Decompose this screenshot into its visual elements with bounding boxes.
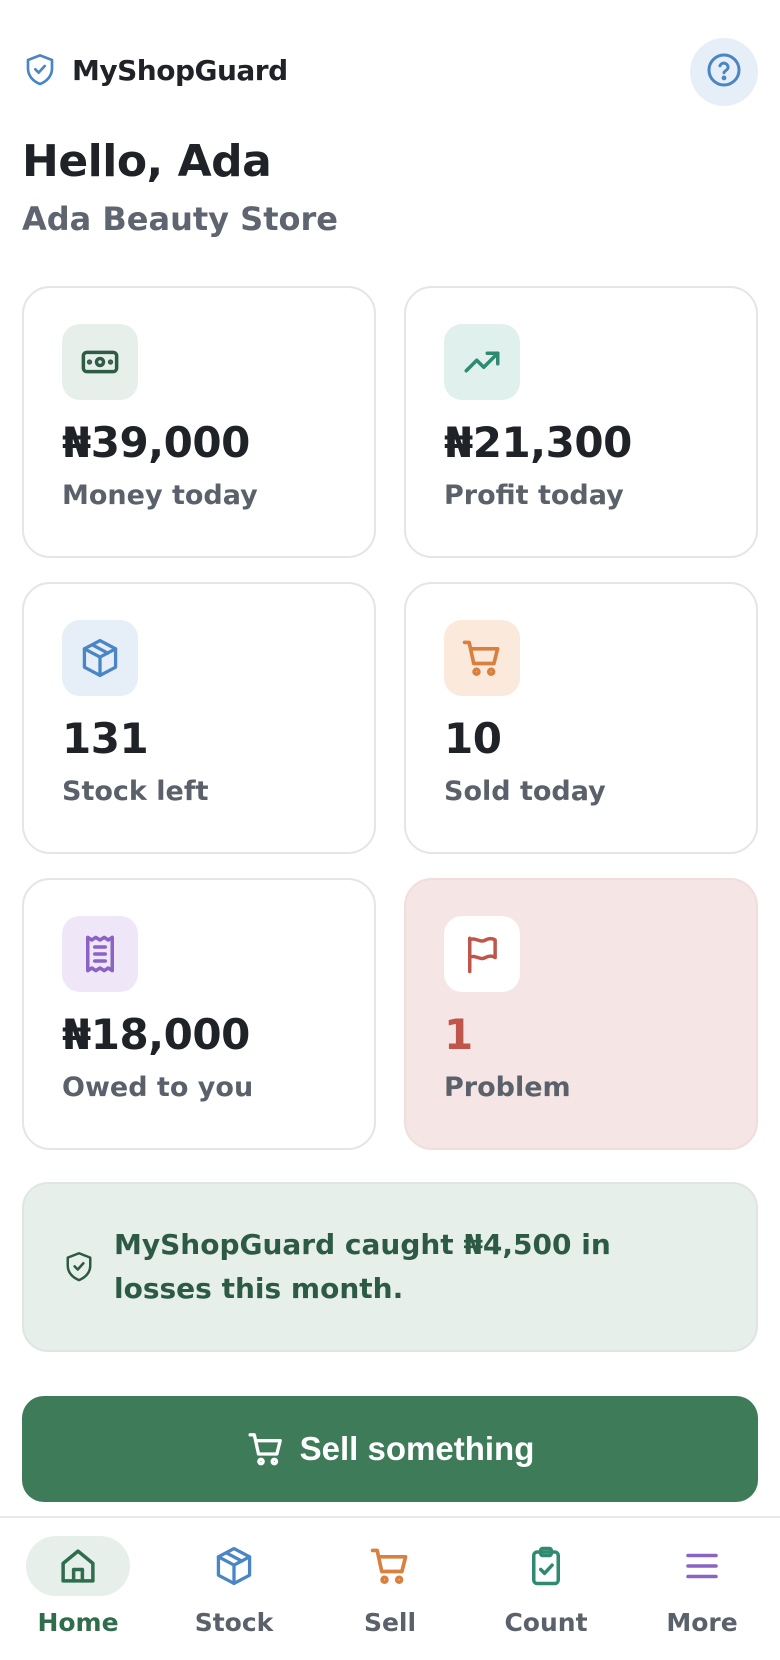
help-button[interactable] [690, 38, 758, 106]
stats-grid: ₦39,000 Money today ₦21,300 Profit today… [22, 286, 758, 1150]
nav-label: More [666, 1608, 738, 1637]
nav-item-stock[interactable]: Stock [169, 1536, 299, 1656]
greeting-heading: Hello, Ada [22, 136, 272, 187]
clipboard-check-icon [494, 1536, 598, 1596]
stat-card-owed-to-you[interactable]: ₦18,000 Owed to you [22, 878, 376, 1150]
sell-something-label: Sell something [299, 1430, 535, 1467]
stat-card-profit-today[interactable]: ₦21,300 Profit today [404, 286, 758, 558]
bottom-navigation: Home Stock Sell Count More [0, 1516, 780, 1660]
nav-label: Sell [363, 1608, 417, 1637]
home-icon [26, 1536, 130, 1596]
nav-label: Count [504, 1608, 588, 1637]
stat-label: Profit today [444, 480, 624, 511]
help-circle-icon [706, 52, 742, 92]
cart-icon [444, 620, 520, 696]
nav-item-home[interactable]: Home [13, 1536, 143, 1656]
stat-card-problem[interactable]: 1 Problem [404, 878, 758, 1150]
box-icon [62, 620, 138, 696]
notice-text: MyShopGuard caught ₦4,500 in losses this… [114, 1228, 611, 1305]
app-name: MyShopGuard [72, 53, 288, 87]
stat-value: ₦21,300 [444, 418, 632, 467]
stat-value: 131 [62, 714, 149, 763]
stat-label: Stock left [62, 776, 209, 807]
stat-value: 1 [444, 1010, 473, 1059]
top-bar: MyShopGuard [0, 0, 780, 140]
nav-item-sell[interactable]: Sell [325, 1536, 455, 1656]
menu-icon [650, 1536, 754, 1596]
cart-icon [338, 1536, 442, 1596]
receipt-icon [62, 916, 138, 992]
stat-card-money-today[interactable]: ₦39,000 Money today [22, 286, 376, 558]
stat-card-stock-left[interactable]: 131 Stock left [22, 582, 376, 854]
sell-something-button[interactable]: Sell something [22, 1396, 758, 1502]
flag-icon [444, 916, 520, 992]
stat-value: ₦18,000 [62, 1010, 250, 1059]
stat-label: Problem [444, 1072, 571, 1103]
shield-check-icon [64, 1250, 94, 1284]
shield-check-icon [22, 50, 58, 90]
nav-label: Stock [194, 1608, 274, 1637]
loss-notice-banner: MyShopGuard caught ₦4,500 in losses this… [22, 1182, 758, 1352]
cart-icon [246, 1429, 286, 1469]
brand: MyShopGuard [22, 50, 288, 90]
store-name: Ada Beauty Store [22, 200, 338, 238]
stat-value: 10 [444, 714, 502, 763]
stat-label: Owed to you [62, 1072, 254, 1103]
banknote-icon [62, 324, 138, 400]
nav-item-more[interactable]: More [637, 1536, 767, 1656]
nav-item-count[interactable]: Count [481, 1536, 611, 1656]
stat-value: ₦39,000 [62, 418, 250, 467]
stat-label: Sold today [444, 776, 606, 807]
box-icon [182, 1536, 286, 1596]
stat-card-sold-today[interactable]: 10 Sold today [404, 582, 758, 854]
trending-up-icon [444, 324, 520, 400]
nav-label: Home [37, 1608, 119, 1637]
stat-label: Money today [62, 480, 258, 511]
